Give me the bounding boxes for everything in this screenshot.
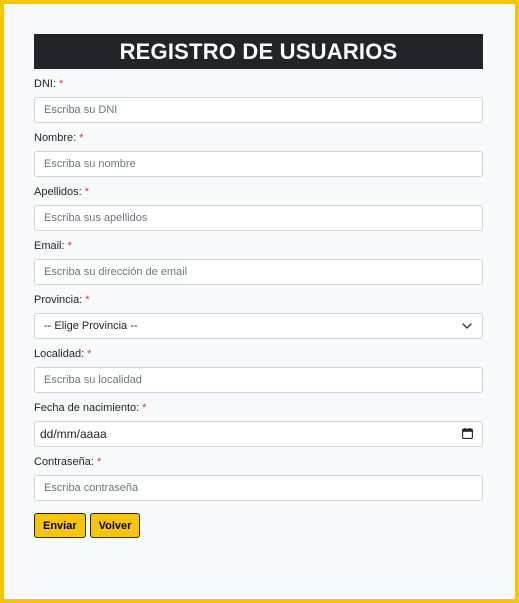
email-label: Email: [34,240,65,252]
localidad-label: Localidad: [34,348,85,360]
page-title: REGISTRO DE USUARIOS [34,34,483,69]
dni-label: DNI: [34,78,56,90]
required-mark: * [79,132,84,144]
contrasena-label: Contraseña: [34,456,94,468]
nombre-label: Nombre: [34,132,77,144]
required-mark: * [87,348,92,360]
email-field-group: Email: * [34,239,483,285]
provincia-select[interactable]: -- Elige Provincia -- [34,313,483,339]
fecha-field-group: Fecha de nacimiento: * dd/mm/aaaa [34,401,483,447]
chevron-down-icon [462,323,472,329]
apellidos-label: Apellidos: [34,186,82,198]
registration-form: REGISTRO DE USUARIOS DNI:* Nombre:* Apel… [34,34,483,538]
volver-button[interactable]: Volver [89,513,141,538]
apellidos-field-group: Apellidos: * [34,185,483,231]
calendar-icon[interactable] [462,428,473,439]
dni-field-group: DNI: * [34,77,483,123]
required-mark: * [85,294,90,306]
required-mark: * [59,78,64,90]
email-input[interactable] [34,259,483,285]
dni-input[interactable] [34,97,483,123]
provincia-field-group: Provincia: * -- Elige Provincia -- [34,293,483,339]
required-mark: * [67,240,72,252]
contrasena-input[interactable] [34,475,483,501]
fecha-label: Fecha de nacimiento: [34,402,140,414]
nombre-input[interactable] [34,151,483,177]
provincia-label: Provincia: [34,294,83,306]
required-mark: * [96,456,102,468]
fecha-date-value: dd/mm/aaaa [40,427,107,441]
required-mark: * [142,402,147,414]
required-mark: * [84,186,89,198]
contrasena-field-group: Contraseña: * [34,455,483,501]
localidad-field-group: Localidad: * [34,347,483,393]
provincia-selected-value: -- Elige Provincia -- [44,320,138,332]
nombre-field-group: Nombre: * [34,131,483,177]
enviar-button[interactable]: Enviar [34,513,86,538]
fecha-date-input[interactable]: dd/mm/aaaa [34,421,483,447]
form-actions: Enviar Volver [34,513,483,538]
apellidos-input[interactable] [34,205,483,231]
localidad-input[interactable] [34,367,483,393]
